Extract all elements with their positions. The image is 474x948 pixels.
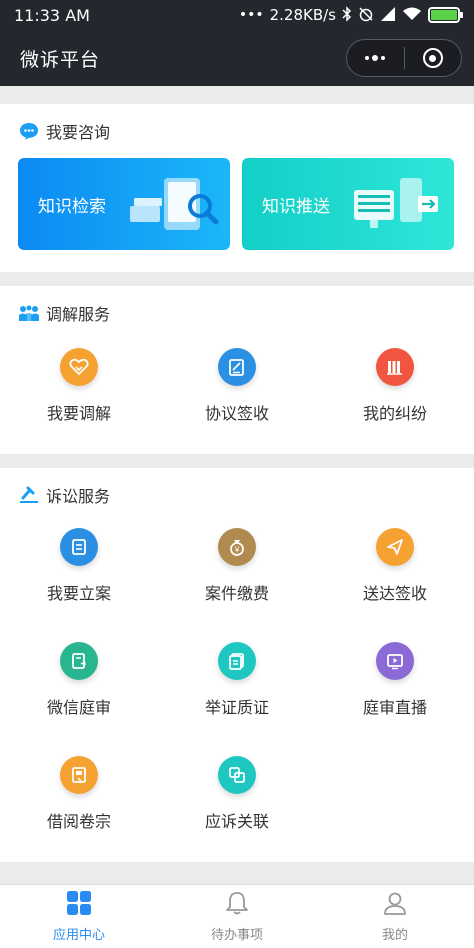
mediation-item-label: 我的纠纷 (362, 404, 427, 423)
mediation-item-sign[interactable]: 协议签收 (158, 328, 316, 442)
court-doc-icon (60, 642, 98, 680)
close-target-icon (422, 48, 443, 68)
litigation-item-label: 案件缴费 (204, 584, 269, 603)
tab-todo[interactable]: 待办事项 (158, 885, 316, 948)
gavel-icon (18, 485, 40, 505)
mini-program-capsule (346, 39, 462, 77)
svg-text:¥: ¥ (234, 546, 239, 555)
paper-plane-icon (376, 528, 414, 566)
signal-icon (380, 6, 396, 24)
litigation-item-payment[interactable]: ¥ 案件缴费 (158, 508, 316, 622)
litigation-item-label: 庭审直播 (362, 698, 427, 717)
knowledge-push-label: 知识推送 (262, 196, 330, 217)
consult-title: 我要咨询 (46, 123, 111, 142)
litigation-item-label: 我要立案 (46, 584, 111, 603)
files-icon (376, 348, 414, 386)
search-monitor-icon (128, 176, 220, 239)
mediation-section: 调解服务 我要调解 协议签收 我的纠纷 (0, 286, 474, 454)
litigation-item-delivery[interactable]: 送达签收 (316, 508, 474, 622)
litigation-item-live[interactable]: 庭审直播 (316, 622, 474, 736)
more-menu-button[interactable] (347, 40, 404, 76)
consult-section-header: 我要咨询 (0, 104, 474, 158)
grid-apps-icon (66, 890, 92, 920)
tab-label: 应用中心 (52, 928, 105, 943)
nav-bar: 微诉平台 (0, 30, 474, 86)
litigation-item-evidence[interactable]: 举证质证 (158, 622, 316, 736)
litigation-item-label: 送达签收 (362, 584, 427, 603)
litigation-item-link[interactable]: 应诉关联 (158, 736, 316, 850)
mediation-item-label: 协议签收 (204, 404, 269, 423)
bluetooth-icon (342, 5, 352, 25)
user-icon (382, 890, 408, 920)
litigation-item-label: 微信庭审 (46, 698, 111, 717)
dots-icon: ••• (238, 7, 264, 23)
close-app-button[interactable] (405, 40, 462, 76)
tab-mine[interactable]: 我的 (316, 885, 474, 948)
page-title: 微诉平台 (20, 48, 101, 71)
mediation-item-disputes[interactable]: 我的纠纷 (316, 328, 474, 442)
litigation-item-archive[interactable]: 借阅卷宗 (0, 736, 158, 850)
battery-charging-icon (428, 7, 463, 23)
more-dots-icon (365, 55, 386, 61)
archive-icon (60, 756, 98, 794)
handshake-icon (60, 348, 98, 386)
file-case-icon (60, 528, 98, 566)
litigation-item-label: 借阅卷宗 (46, 812, 111, 831)
status-time: 11:33 AM (14, 5, 90, 25)
tab-label: 待办事项 (210, 928, 263, 943)
sign-doc-icon (218, 348, 256, 386)
network-speed: 2.28KB/s (269, 6, 336, 24)
alarm-off-icon (358, 6, 374, 25)
bottom-tab-bar: 应用中心 待办事项 我的 (0, 884, 474, 948)
money-bag-icon: ¥ (218, 528, 256, 566)
mediation-title: 调解服务 (46, 305, 111, 324)
litigation-item-label: 应诉关联 (204, 812, 269, 831)
link-copy-icon (218, 756, 256, 794)
wifi-icon (402, 7, 422, 24)
tab-label: 我的 (381, 928, 408, 943)
evidence-doc-icon (218, 642, 256, 680)
knowledge-search-card[interactable]: 知识检索 (18, 158, 230, 250)
tab-app-center[interactable]: 应用中心 (0, 885, 158, 948)
litigation-title: 诉讼服务 (46, 487, 111, 506)
consult-section: 我要咨询 知识检索 知识推送 (0, 104, 474, 272)
people-icon (18, 303, 40, 323)
status-bar: 11:33 AM ••• 2.28KB/s (0, 0, 474, 30)
bell-icon (224, 890, 250, 920)
push-monitor-icon (352, 176, 444, 239)
knowledge-push-card[interactable]: 知识推送 (242, 158, 454, 250)
litigation-item-file-case[interactable]: 我要立案 (0, 508, 158, 622)
chat-bubble-icon (18, 121, 40, 141)
litigation-section: 诉讼服务 我要立案 ¥ 案件缴费 送达签收 微信庭审 举证质证 庭审直播 借阅卷… (0, 468, 474, 862)
litigation-item-label: 举证质证 (204, 698, 269, 717)
litigation-item-wechat-trial[interactable]: 微信庭审 (0, 622, 158, 736)
mediation-item-label: 我要调解 (46, 404, 111, 423)
mediation-item-apply[interactable]: 我要调解 (0, 328, 158, 442)
status-icons: ••• 2.28KB/s (238, 5, 463, 25)
knowledge-search-label: 知识检索 (38, 196, 106, 217)
live-play-icon (376, 642, 414, 680)
